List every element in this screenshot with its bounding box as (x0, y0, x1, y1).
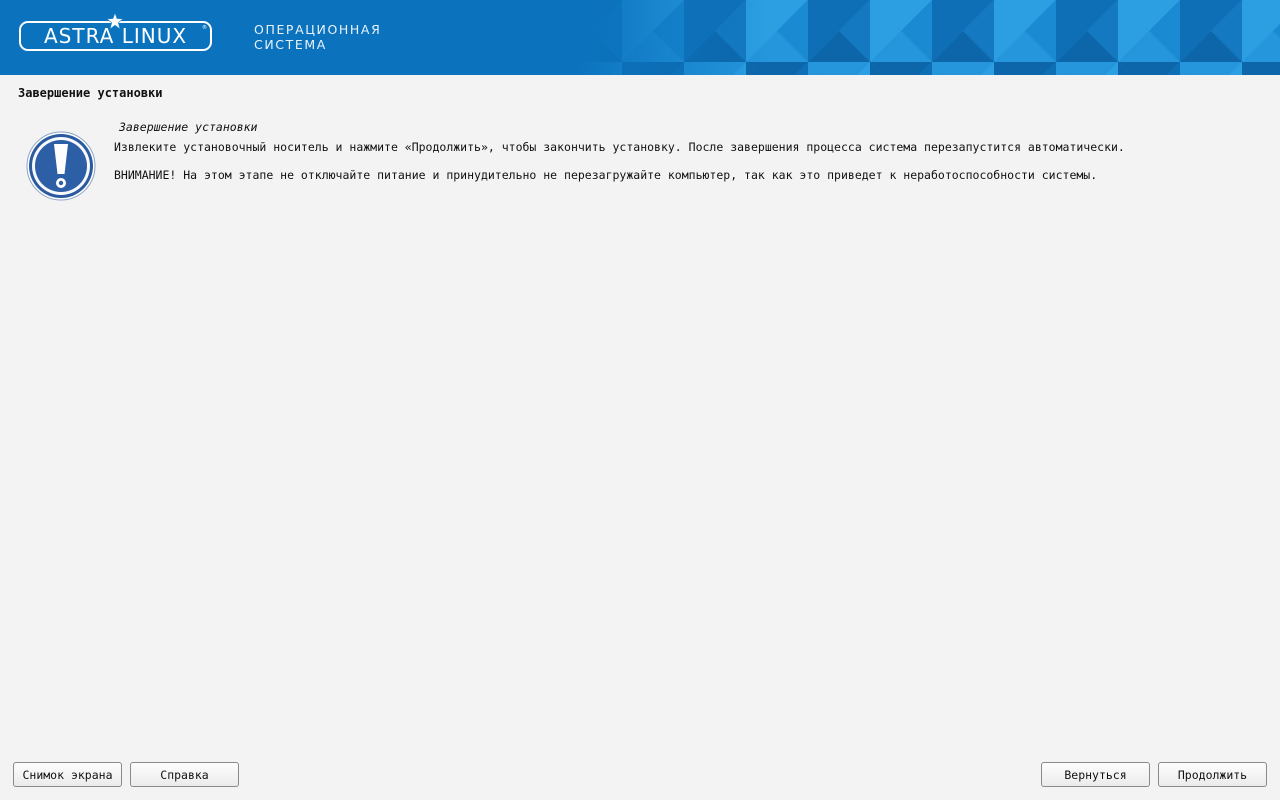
subtitle-line-2: СИСТЕМА (254, 37, 327, 52)
header-banner: ASTRA LINUX ® ОПЕРАЦИОННАЯ СИСТЕМА (0, 0, 1280, 75)
warning-exclamation-icon (26, 131, 96, 201)
continue-button[interactable]: Продолжить (1158, 762, 1267, 787)
message-warning: ВНИМАНИЕ! На этом этапе не отключайте пи… (114, 168, 1098, 182)
logo-trademark: ® (202, 25, 207, 31)
message-title: Завершение установки (119, 120, 258, 134)
back-button[interactable]: Вернуться (1041, 762, 1150, 787)
logo-star-icon (107, 13, 123, 29)
subtitle-line-1: ОПЕРАЦИОННАЯ (254, 22, 382, 37)
screenshot-button[interactable]: Снимок экрана (13, 762, 122, 787)
help-button[interactable]: Справка (130, 762, 239, 787)
page-title: Завершение установки (18, 86, 163, 100)
banner-subtitle: ОПЕРАЦИОННАЯ СИСТЕМА (254, 22, 381, 52)
message-instruction: Извлеките установочный носитель и нажмит… (114, 140, 1125, 154)
